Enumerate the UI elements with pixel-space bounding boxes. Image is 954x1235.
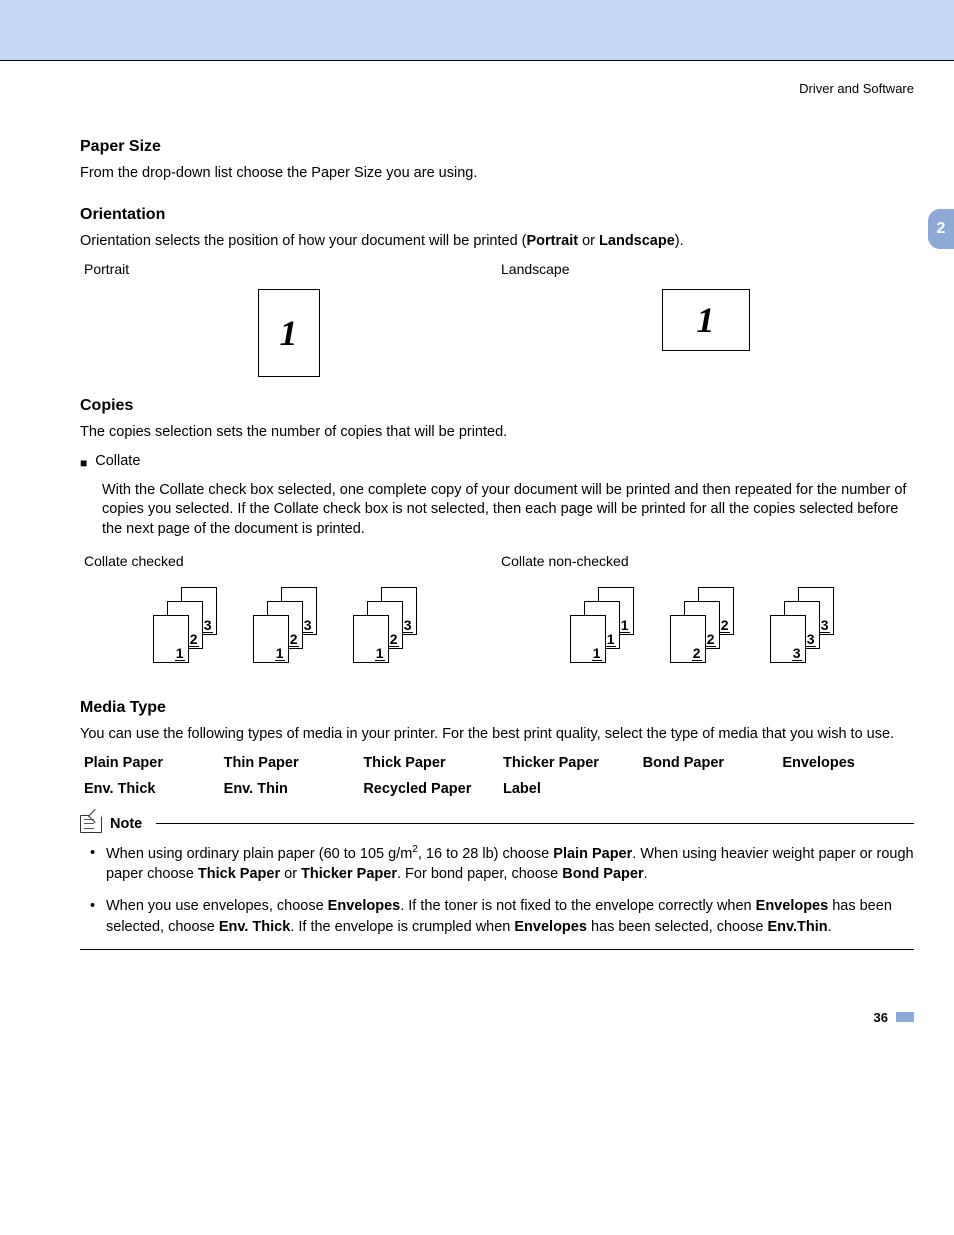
collate-body: With the Collate check box selected, one…: [102, 481, 914, 540]
orientation-mid: or: [578, 233, 599, 249]
page-number-wrap: 36: [80, 1010, 914, 1025]
orientation-pre: Orientation selects the position of how …: [80, 233, 527, 249]
chapter-tab: 2: [928, 209, 954, 249]
page-content: Driver and Software 2 Paper Size From th…: [0, 61, 954, 1065]
collate-checked-col: Collate checked 3 2 1 3 2 1 3 2 1: [80, 553, 497, 679]
label-landscape: Landscape: [497, 261, 914, 277]
media-item: Thick Paper: [363, 755, 495, 771]
stack-icon: 3 3 3: [770, 587, 842, 669]
note-rule: [156, 823, 914, 824]
orientation-examples: Portrait 1 Landscape 1: [80, 261, 914, 377]
collate-examples: Collate checked 3 2 1 3 2 1 3 2 1: [80, 553, 914, 679]
note-title: Note: [110, 816, 142, 832]
heading-media-type: Media Type: [80, 699, 914, 717]
text-copies: The copies selection sets the number of …: [80, 423, 914, 443]
text-media-type: You can use the following types of media…: [80, 725, 914, 745]
collate-label: Collate: [95, 453, 140, 473]
collate-checked-stacks: 3 2 1 3 2 1 3 2 1: [80, 581, 497, 679]
text-paper-size: From the drop-down list choose the Paper…: [80, 164, 914, 184]
orientation-post: ).: [675, 233, 684, 249]
media-type-grid: Plain Paper Thin Paper Thick Paper Thick…: [84, 755, 914, 797]
page-number-accent: [896, 1012, 914, 1022]
stack-icon: 2 2 2: [670, 587, 742, 669]
portrait-page-icon: 1: [258, 289, 320, 377]
running-head: Driver and Software: [80, 61, 914, 126]
note-block: Note When using ordinary plain paper (60…: [80, 815, 914, 950]
note-item: When using ordinary plain paper (60 to 1…: [90, 843, 914, 884]
media-item: Env. Thick: [84, 781, 216, 797]
orientation-bold-portrait: Portrait: [527, 233, 579, 249]
media-item: Plain Paper: [84, 755, 216, 771]
orientation-bold-landscape: Landscape: [599, 233, 675, 249]
collate-bullet: ■ Collate: [80, 453, 914, 473]
note-header: Note: [80, 815, 914, 833]
landscape-page-icon: 1: [662, 289, 750, 351]
square-bullet-icon: ■: [80, 453, 87, 473]
label-collate-checked: Collate checked: [80, 553, 497, 569]
label-collate-nonchecked: Collate non-checked: [497, 553, 914, 569]
media-item: Recycled Paper: [363, 781, 495, 797]
orientation-landscape-col: Landscape 1: [497, 261, 914, 377]
heading-paper-size: Paper Size: [80, 138, 914, 156]
header-band: [0, 0, 954, 60]
heading-copies: Copies: [80, 397, 914, 415]
note-item: When you use envelopes, choose Envelopes…: [90, 896, 914, 937]
collate-nonchecked-stacks: 1 1 1 2 2 2 3 3 3: [497, 581, 914, 679]
media-item: Env. Thin: [224, 781, 356, 797]
media-item: Envelopes: [782, 755, 914, 771]
heading-orientation: Orientation: [80, 206, 914, 224]
stack-icon: 3 2 1: [353, 587, 425, 669]
stack-icon: 3 2 1: [253, 587, 325, 669]
label-portrait: Portrait: [80, 261, 497, 277]
orientation-portrait-col: Portrait 1: [80, 261, 497, 377]
media-item: Label: [503, 781, 635, 797]
note-list: When using ordinary plain paper (60 to 1…: [90, 843, 914, 937]
note-bottom-rule: [80, 949, 914, 950]
note-icon: [80, 815, 102, 833]
stack-icon: 1 1 1: [570, 587, 642, 669]
page-number: 36: [874, 1010, 890, 1025]
stack-icon: 3 2 1: [153, 587, 225, 669]
text-orientation: Orientation selects the position of how …: [80, 232, 914, 252]
media-item: Bond Paper: [643, 755, 775, 771]
media-item: Thin Paper: [224, 755, 356, 771]
media-item: Thicker Paper: [503, 755, 635, 771]
collate-nonchecked-col: Collate non-checked 1 1 1 2 2 2 3 3 3: [497, 553, 914, 679]
